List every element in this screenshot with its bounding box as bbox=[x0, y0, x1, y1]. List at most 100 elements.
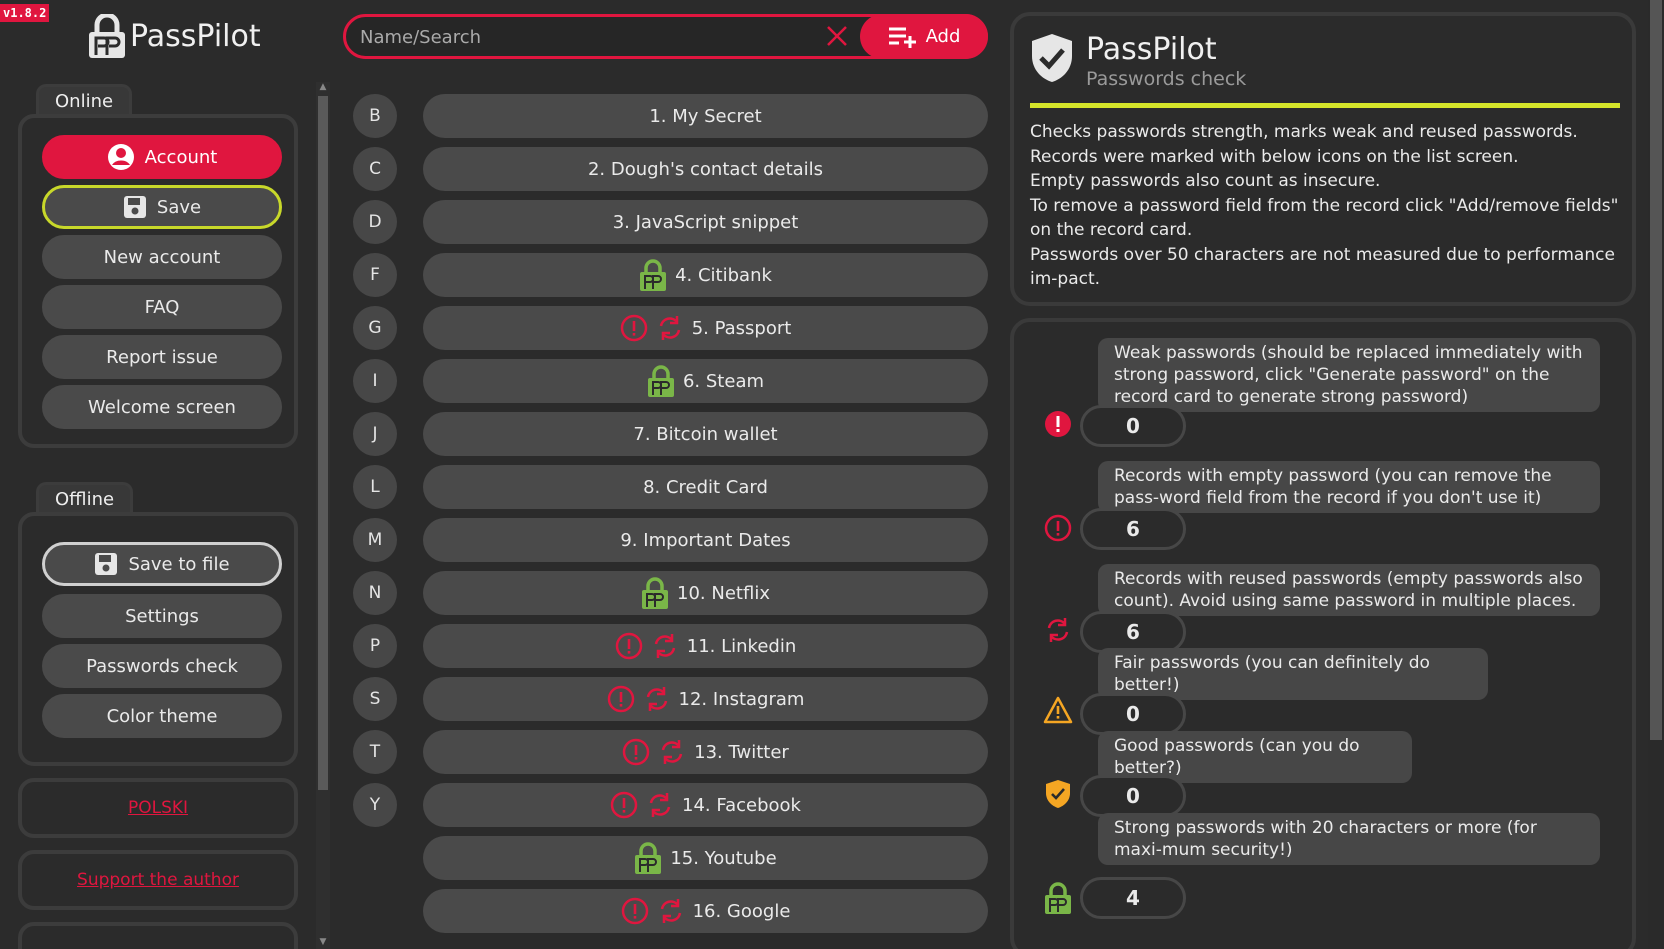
alphabet-index-letter[interactable]: I bbox=[353, 359, 397, 403]
description-line: Passwords over 50 characters are not mea… bbox=[1030, 244, 1615, 290]
panel-description: Checks passwords strength, marks weak an… bbox=[1030, 120, 1622, 292]
reused-icon bbox=[1042, 614, 1074, 646]
panel-subtitle: Passwords check bbox=[1086, 68, 1247, 90]
record-label: 6. Steam bbox=[682, 370, 765, 392]
weak-passwords-text: Weak passwords (should be replaced immed… bbox=[1098, 338, 1600, 412]
support-box: Support the author bbox=[18, 850, 298, 910]
alphabet-index-letter[interactable]: J bbox=[353, 412, 397, 456]
offline-group: Save to file Settings Passwords check Co… bbox=[18, 512, 298, 766]
add-list-icon bbox=[888, 27, 916, 48]
alphabet-index-letter[interactable]: F bbox=[353, 253, 397, 297]
strong-passwords-text: Strong passwords with 20 characters or m… bbox=[1098, 813, 1600, 865]
language-link[interactable]: POLSKI bbox=[128, 798, 188, 818]
search-input[interactable] bbox=[360, 23, 820, 51]
record-item[interactable]: 4. Citibank bbox=[423, 253, 988, 297]
record-item[interactable]: 6. Steam bbox=[423, 359, 988, 403]
record-item[interactable]: 16. Google bbox=[423, 889, 988, 933]
save-label: Save bbox=[156, 196, 202, 218]
alphabet-index-letter[interactable]: B bbox=[353, 94, 397, 138]
alphabet-index-letter[interactable]: S bbox=[353, 677, 397, 721]
records-scrollbar[interactable]: ▲ ▼ bbox=[316, 82, 330, 949]
description-line: To remove a password field from the reco… bbox=[1030, 195, 1619, 241]
empty-password-icon bbox=[622, 737, 650, 767]
record-label: 8. Credit Card bbox=[643, 476, 768, 498]
scroll-down-icon[interactable]: ▼ bbox=[318, 937, 328, 947]
alphabet-index-letter[interactable]: T bbox=[353, 730, 397, 774]
welcome-screen-button[interactable]: Welcome screen bbox=[42, 385, 282, 429]
alphabet-index-letter[interactable]: P bbox=[353, 624, 397, 668]
record-label: 4. Citibank bbox=[675, 264, 772, 286]
empty-password-icon bbox=[1042, 512, 1074, 544]
record-label: 3. JavaScript snippet bbox=[612, 211, 799, 233]
reused-icon bbox=[656, 313, 684, 343]
passwords-stats-panel: Weak passwords (should be replaced immed… bbox=[1010, 318, 1636, 949]
alphabet-index-letter[interactable]: M bbox=[353, 518, 397, 562]
strong-lock-icon bbox=[1042, 882, 1074, 914]
empty-password-icon bbox=[615, 631, 643, 661]
alphabet-index-letter[interactable]: Y bbox=[353, 783, 397, 827]
scrollbar-thumb[interactable] bbox=[318, 96, 328, 790]
app-logo: PassPilot bbox=[88, 14, 261, 58]
page-scrollbar-thumb[interactable] bbox=[1650, 0, 1662, 740]
strong-lock-icon bbox=[634, 842, 662, 874]
online-group: Account Save New account FAQ Report issu… bbox=[18, 114, 298, 448]
record-item[interactable]: 12. Instagram bbox=[423, 677, 988, 721]
save-button[interactable]: Save bbox=[42, 185, 282, 229]
add-record-button[interactable]: Add bbox=[860, 14, 988, 59]
passwords-check-button[interactable]: Passwords check bbox=[42, 644, 282, 688]
strong-passwords-count: 4 bbox=[1080, 877, 1186, 919]
faq-button[interactable]: FAQ bbox=[42, 285, 282, 329]
record-label: 2. Dough's contact details bbox=[587, 158, 824, 180]
alphabet-index-letter[interactable]: C bbox=[353, 147, 397, 191]
record-item[interactable]: 11. Linkedin bbox=[423, 624, 988, 668]
alphabet-index-letter[interactable]: G bbox=[353, 306, 397, 350]
record-item[interactable]: 15. Youtube bbox=[423, 836, 988, 880]
alphabet-index-letter[interactable]: N bbox=[353, 571, 397, 615]
floppy-icon bbox=[95, 553, 118, 575]
record-item[interactable]: 3. JavaScript snippet bbox=[423, 200, 988, 244]
record-label: 11. Linkedin bbox=[686, 635, 797, 657]
empty-passwords-text: Records with empty password (you can rem… bbox=[1098, 461, 1600, 513]
record-item[interactable]: 9. Important Dates bbox=[423, 518, 988, 562]
clear-search-icon[interactable] bbox=[824, 23, 850, 49]
settings-button[interactable]: Settings bbox=[42, 594, 282, 638]
warning-triangle-icon bbox=[1042, 694, 1074, 726]
save-to-file-button[interactable]: Save to file bbox=[42, 542, 282, 586]
record-item[interactable]: 5. Passport bbox=[423, 306, 988, 350]
record-label: 7. Bitcoin wallet bbox=[633, 423, 778, 445]
passwords-check-header-panel: PassPilot Passwords check Checks passwor… bbox=[1010, 12, 1636, 306]
empty-password-icon bbox=[621, 896, 649, 926]
shield-check-icon bbox=[1032, 34, 1072, 82]
account-button[interactable]: Account bbox=[42, 135, 282, 179]
empty-password-icon bbox=[610, 790, 638, 820]
record-label: 13. Twitter bbox=[694, 741, 789, 763]
report-issue-label: Report issue bbox=[106, 346, 218, 368]
record-item[interactable]: 2. Dough's contact details bbox=[423, 147, 988, 191]
page-scrollbar[interactable] bbox=[1648, 0, 1664, 949]
support-author-link[interactable]: Support the author bbox=[77, 870, 239, 890]
good-passwords-count: 0 bbox=[1080, 775, 1186, 817]
reused-icon bbox=[646, 790, 674, 820]
record-item[interactable]: 13. Twitter bbox=[423, 730, 988, 774]
record-label: 10. Netflix bbox=[677, 582, 770, 604]
reused-icon bbox=[651, 631, 679, 661]
alphabet-index-letter[interactable]: L bbox=[353, 465, 397, 509]
weak-password-icon bbox=[1042, 408, 1074, 440]
record-label: 12. Instagram bbox=[678, 688, 805, 710]
color-theme-button[interactable]: Color theme bbox=[42, 694, 282, 738]
description-line: Checks passwords strength, marks weak an… bbox=[1030, 122, 1578, 142]
record-item[interactable]: 8. Credit Card bbox=[423, 465, 988, 509]
record-item[interactable]: 7. Bitcoin wallet bbox=[423, 412, 988, 456]
record-item[interactable]: 14. Facebook bbox=[423, 783, 988, 827]
account-label: Account bbox=[144, 146, 218, 168]
scroll-up-icon[interactable]: ▲ bbox=[318, 82, 328, 92]
record-item[interactable]: 1. My Secret bbox=[423, 94, 988, 138]
weak-passwords-count: 0 bbox=[1080, 405, 1186, 447]
alphabet-index-letter[interactable]: D bbox=[353, 200, 397, 244]
shield-check-icon bbox=[1042, 778, 1074, 810]
strong-lock-icon bbox=[647, 365, 675, 397]
report-issue-button[interactable]: Report issue bbox=[42, 335, 282, 379]
offline-group-tab: Offline bbox=[36, 482, 134, 514]
record-item[interactable]: 10. Netflix bbox=[423, 571, 988, 615]
new-account-button[interactable]: New account bbox=[42, 235, 282, 279]
